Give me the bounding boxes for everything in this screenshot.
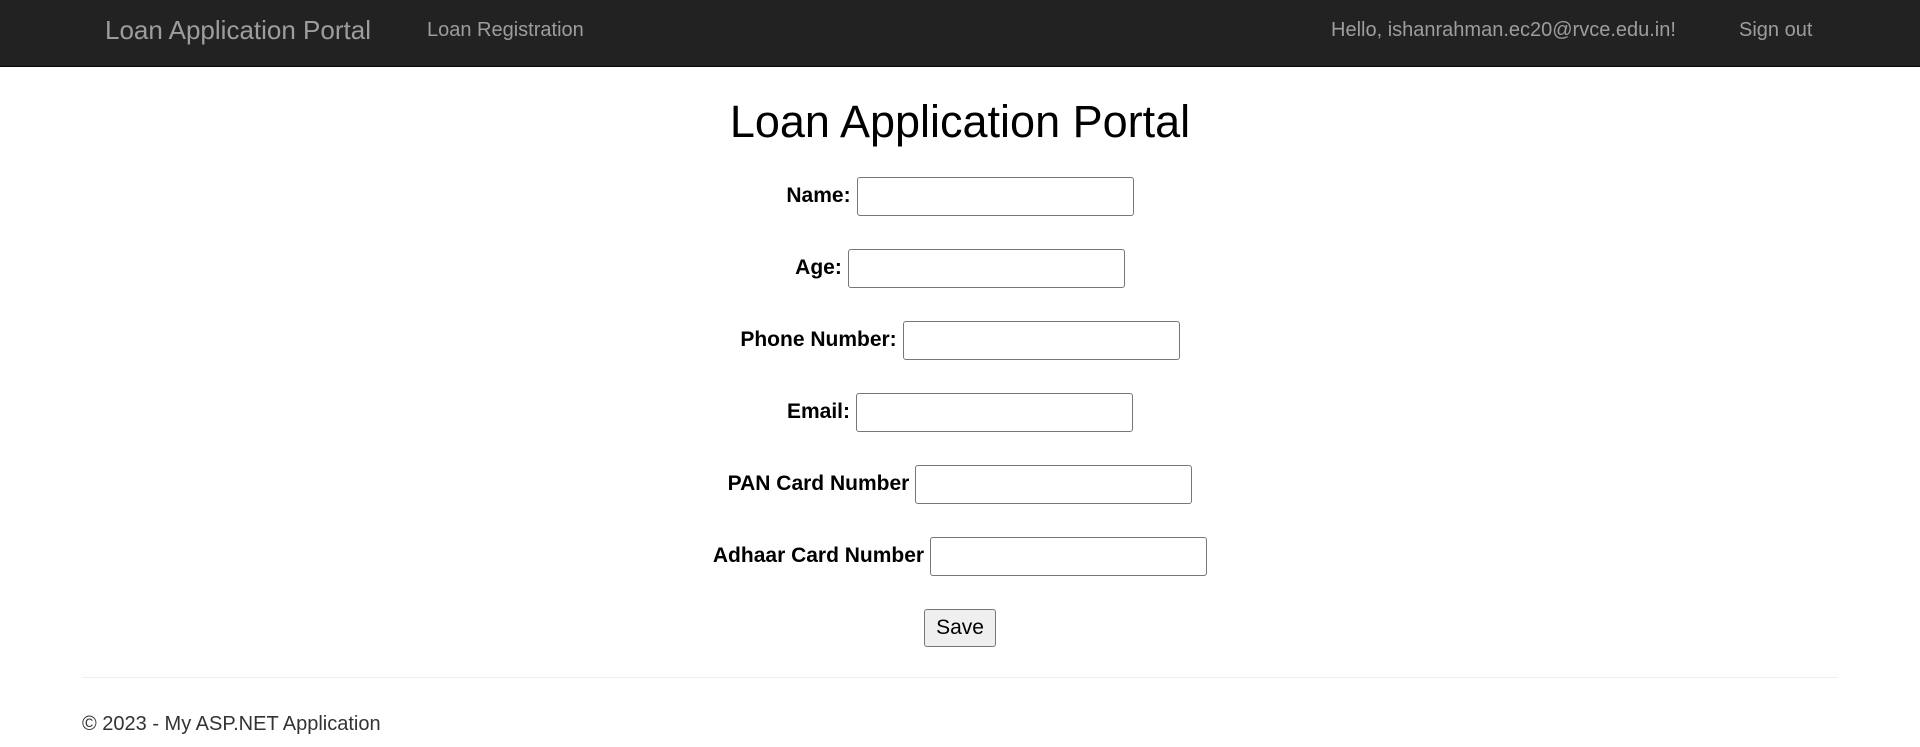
form-row-phone: Phone Number: [0,320,1920,360]
save-button[interactable]: Save [924,609,996,647]
form-row-name: Name: [0,176,1920,216]
brand-link[interactable]: Loan Application Portal [105,14,371,46]
aadhaar-card-input[interactable] [930,536,1208,576]
form-row-pan: PAN Card Number [0,464,1920,504]
age-label: Age: [795,256,842,279]
top-navbar: Loan Application Portal Loan Registratio… [0,0,1920,67]
user-greeting-link[interactable]: Hello, ishanrahman.ec20@rvce.edu.in! [1331,17,1676,43]
email-label: Email: [786,400,851,423]
loan-registration-link[interactable]: Loan Registration [427,17,584,43]
pan-card-input[interactable] [915,464,1193,504]
email-input[interactable] [856,392,1134,432]
sign-out-link[interactable]: Sign out [1739,17,1812,43]
footer-divider [82,677,1838,678]
footer-copyright: © 2023 - My ASP.NET Application [82,713,381,735]
pan-card-label: PAN Card Number [727,472,910,495]
phone-number-label: Phone Number: [740,328,897,351]
form-row-age: Age: [0,248,1920,288]
name-label: Name: [786,184,851,207]
form-row-email: Email: [0,392,1920,432]
aadhaar-card-label: Adhaar Card Number [712,544,925,567]
phone-number-input[interactable] [902,320,1180,360]
age-input[interactable] [847,248,1125,288]
form-row-aadhaar: Adhaar Card Number [0,536,1920,576]
page-title: Loan Application Portal [729,96,1191,147]
name-input[interactable] [856,176,1134,216]
